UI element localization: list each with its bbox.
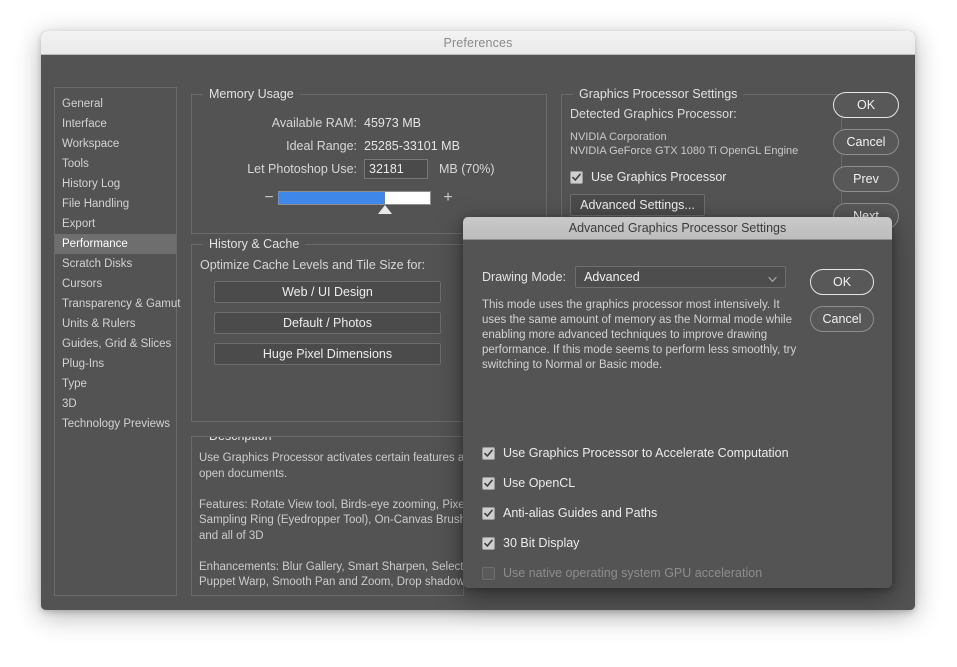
memory-slider-row: − +	[192, 189, 546, 214]
sidebar-item-cursors[interactable]: Cursors	[55, 274, 176, 294]
detected-gpu-label: Detected Graphics Processor:	[570, 107, 737, 121]
native-os-gpu-label: Use native operating system GPU accelera…	[503, 566, 763, 580]
history-cache-legend: History & Cache	[203, 237, 306, 251]
memory-slider-fill	[279, 192, 385, 204]
cancel-button[interactable]: Cancel	[833, 129, 899, 155]
ideal-range-row: Ideal Range: 25285-33101 MB	[192, 134, 546, 157]
advanced-modal-title: Advanced Graphics Processor Settings	[568, 221, 787, 235]
sidebar-item-type[interactable]: Type	[55, 374, 176, 394]
sidebar-item-export[interactable]: Export	[55, 214, 176, 234]
use-opencl-label: Use OpenCL	[503, 476, 576, 490]
anti-alias-guides-label: Anti-alias Guides and Paths	[503, 506, 658, 520]
chevron-down-icon	[767, 272, 778, 290]
memory-slider-thumb[interactable]	[377, 205, 392, 214]
ok-button[interactable]: OK	[833, 92, 899, 118]
drawing-mode-value: Advanced	[584, 270, 640, 284]
sidebar-item-file-handling[interactable]: File Handling	[55, 194, 176, 214]
default-photos-button[interactable]: Default / Photos	[214, 312, 441, 334]
sidebar-item-interface[interactable]: Interface	[55, 114, 176, 134]
optimize-cache-label: Optimize Cache Levels and Tile Size for:	[200, 258, 426, 272]
sidebar-item-transparency-gamut[interactable]: Transparency & Gamut	[55, 294, 180, 314]
advanced-cancel-button[interactable]: Cancel	[810, 306, 874, 332]
sidebar-item-scratch-disks[interactable]: Scratch Disks	[55, 254, 176, 274]
advanced-modal-titlebar: Advanced Graphics Processor Settings	[463, 217, 892, 240]
advanced-checkbox-list: Use Graphics Processor to Accelerate Com…	[482, 446, 789, 588]
ram-amount-input[interactable]	[364, 158, 428, 179]
description-legend: Description	[203, 437, 278, 443]
let-photoshop-use-row: Let Photoshop Use: MB (70%)	[192, 157, 546, 180]
minus-icon[interactable]: −	[260, 189, 278, 207]
thirty-bit-display-row[interactable]: 30 Bit Display	[482, 536, 789, 550]
sidebar-item-workspace[interactable]: Workspace	[55, 134, 176, 154]
drawing-mode-label: Drawing Mode:	[482, 270, 567, 284]
ram-percent-label: MB (70%)	[439, 161, 495, 176]
checkbox-unchecked-icon	[482, 566, 495, 580]
page-title: Preferences	[443, 35, 513, 50]
use-graphics-processor-row[interactable]: Use Graphics Processor	[570, 170, 841, 184]
advanced-modal-buttons: OK Cancel	[810, 269, 874, 343]
drawing-mode-description: This mode uses the graphics processor mo…	[482, 299, 797, 371]
memory-usage-legend: Memory Usage	[203, 87, 300, 101]
advanced-modal-body: Drawing Mode: Advanced This mode uses th…	[463, 240, 892, 588]
sidebar-item-plug-ins[interactable]: Plug-Ins	[55, 354, 176, 374]
graphics-processor-group: Graphics Processor Settings Detected Gra…	[561, 87, 842, 234]
plus-icon[interactable]: +	[439, 189, 457, 207]
checkbox-checked-icon[interactable]	[482, 476, 495, 490]
preferences-titlebar: Preferences	[41, 31, 915, 55]
sidebar-item-general[interactable]: General	[55, 94, 176, 114]
advanced-graphics-modal: Advanced Graphics Processor Settings Dra…	[463, 217, 892, 588]
checkbox-checked-icon[interactable]	[570, 170, 583, 184]
history-cache-group: History & Cache Optimize Cache Levels an…	[191, 237, 464, 422]
sidebar-item-technology-previews[interactable]: Technology Previews	[55, 414, 176, 434]
thirty-bit-display-label: 30 Bit Display	[503, 536, 580, 550]
detected-gpu-info: NVIDIA Corporation NVIDIA GeForce GTX 10…	[570, 130, 841, 158]
huge-pixel-dimensions-button[interactable]: Huge Pixel Dimensions	[214, 343, 441, 365]
gpu-vendor: NVIDIA Corporation	[570, 131, 667, 143]
memory-usage-group: Memory Usage Available RAM: 45973 MB Ide…	[191, 87, 547, 234]
sidebar-item-units-rulers[interactable]: Units & Rulers	[55, 314, 176, 334]
advanced-settings-button[interactable]: Advanced Settings...	[570, 194, 705, 216]
sidebar-item-3d[interactable]: 3D	[55, 394, 176, 414]
sidebar-item-performance[interactable]: Performance	[55, 234, 176, 254]
sidebar-item-guides-grid-slices[interactable]: Guides, Grid & Slices	[55, 334, 176, 354]
prev-button[interactable]: Prev	[833, 166, 899, 192]
available-ram-row: Available RAM: 45973 MB	[192, 111, 546, 134]
graphics-processor-legend: Graphics Processor Settings	[573, 87, 744, 101]
drawing-mode-row: Drawing Mode: Advanced	[482, 266, 787, 290]
anti-alias-guides-row[interactable]: Anti-alias Guides and Paths	[482, 506, 789, 520]
screen: Preferences General Interface Workspace …	[0, 0, 957, 667]
web-ui-design-button[interactable]: Web / UI Design	[214, 281, 441, 303]
preferences-sidebar: General Interface Workspace Tools Histor…	[54, 87, 180, 596]
use-opencl-row[interactable]: Use OpenCL	[482, 476, 789, 490]
description-text: Use Graphics Processor activates certain…	[199, 452, 464, 588]
let-photoshop-use-label: Let Photoshop Use:	[247, 161, 357, 176]
gpu-renderer: NVIDIA GeForce GTX 1080 Ti OpenGL Engine	[570, 145, 799, 157]
drawing-mode-select[interactable]: Advanced	[575, 266, 787, 290]
ideal-range-label: Ideal Range:	[286, 138, 357, 153]
checkbox-checked-icon[interactable]	[482, 506, 495, 520]
memory-slider[interactable]	[278, 191, 431, 214]
checkbox-checked-icon[interactable]	[482, 536, 495, 550]
description-group: Description Use Graphics Processor activ…	[191, 436, 464, 596]
available-ram-label: Available RAM:	[271, 115, 357, 130]
accelerate-computation-row[interactable]: Use Graphics Processor to Accelerate Com…	[482, 446, 789, 460]
use-graphics-processor-label: Use Graphics Processor	[591, 170, 727, 184]
accelerate-computation-label: Use Graphics Processor to Accelerate Com…	[503, 446, 789, 460]
advanced-ok-button[interactable]: OK	[810, 269, 874, 295]
sidebar-item-history-log[interactable]: History Log	[55, 174, 176, 194]
checkbox-checked-icon[interactable]	[482, 446, 495, 460]
ideal-range-value: 25285-33101 MB	[364, 138, 460, 153]
native-os-gpu-row: Use native operating system GPU accelera…	[482, 566, 789, 580]
available-ram-value: 45973 MB	[364, 115, 421, 130]
sidebar-item-tools[interactable]: Tools	[55, 154, 176, 174]
